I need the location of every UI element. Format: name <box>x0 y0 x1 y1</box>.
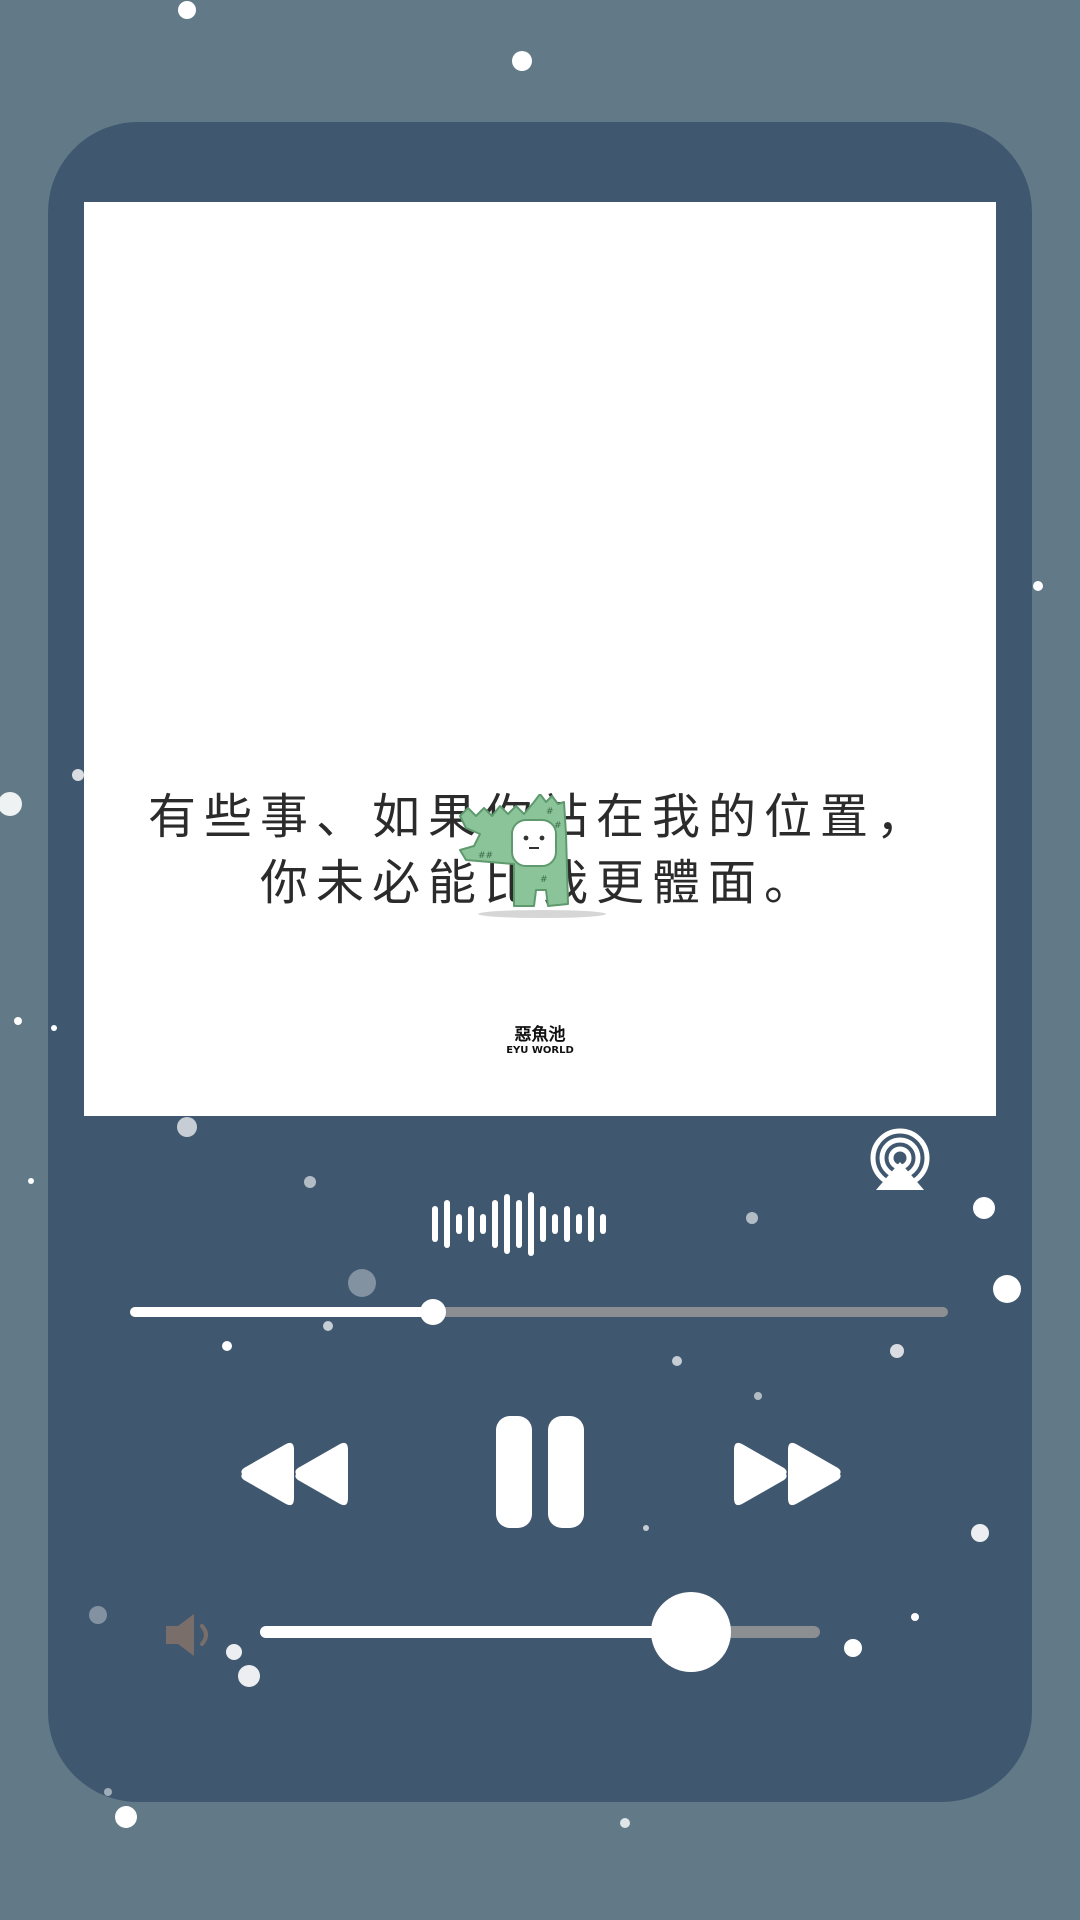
crocodile-mascot-illustration: # # ## # <box>459 794 606 918</box>
playback-controls <box>0 1410 1080 1530</box>
volume-track[interactable] <box>260 1626 820 1638</box>
rewind-icon <box>241 1442 348 1506</box>
fast-forward-button[interactable] <box>726 1438 846 1510</box>
rewind-button[interactable] <box>236 1438 356 1510</box>
playback-progress-slider[interactable] <box>130 1298 948 1326</box>
volume-fill <box>260 1626 692 1638</box>
svg-text:##: ## <box>478 851 493 861</box>
fast-forward-icon <box>734 1442 841 1506</box>
speaker-icon[interactable] <box>164 1612 220 1658</box>
waveform-icon <box>432 1192 606 1256</box>
album-artwork: 有些事、如果你站在我的位置， 你未必能比我更體面。 # # ## # 惡魚池 E… <box>84 202 996 1116</box>
progress-fill <box>130 1307 433 1317</box>
volume-control <box>164 1590 824 1672</box>
airplay-icon[interactable] <box>866 1128 934 1192</box>
brand-logo: 惡魚池 EYU WORLD <box>84 1025 996 1057</box>
volume-handle[interactable] <box>651 1592 732 1672</box>
progress-track[interactable] <box>130 1307 948 1317</box>
brand-name: 惡魚池 <box>514 1025 566 1045</box>
svg-text:#: # <box>540 875 548 885</box>
brand-subtitle: EYU WORLD <box>506 1045 574 1056</box>
svg-text:#: # <box>546 807 554 817</box>
svg-text:#: # <box>554 821 562 831</box>
pause-button[interactable] <box>492 1414 588 1530</box>
pause-icon <box>496 1416 584 1528</box>
progress-handle[interactable] <box>419 1299 446 1325</box>
screen: 有些事、如果你站在我的位置， 你未必能比我更體面。 # # ## # 惡魚池 E… <box>0 0 1080 1920</box>
